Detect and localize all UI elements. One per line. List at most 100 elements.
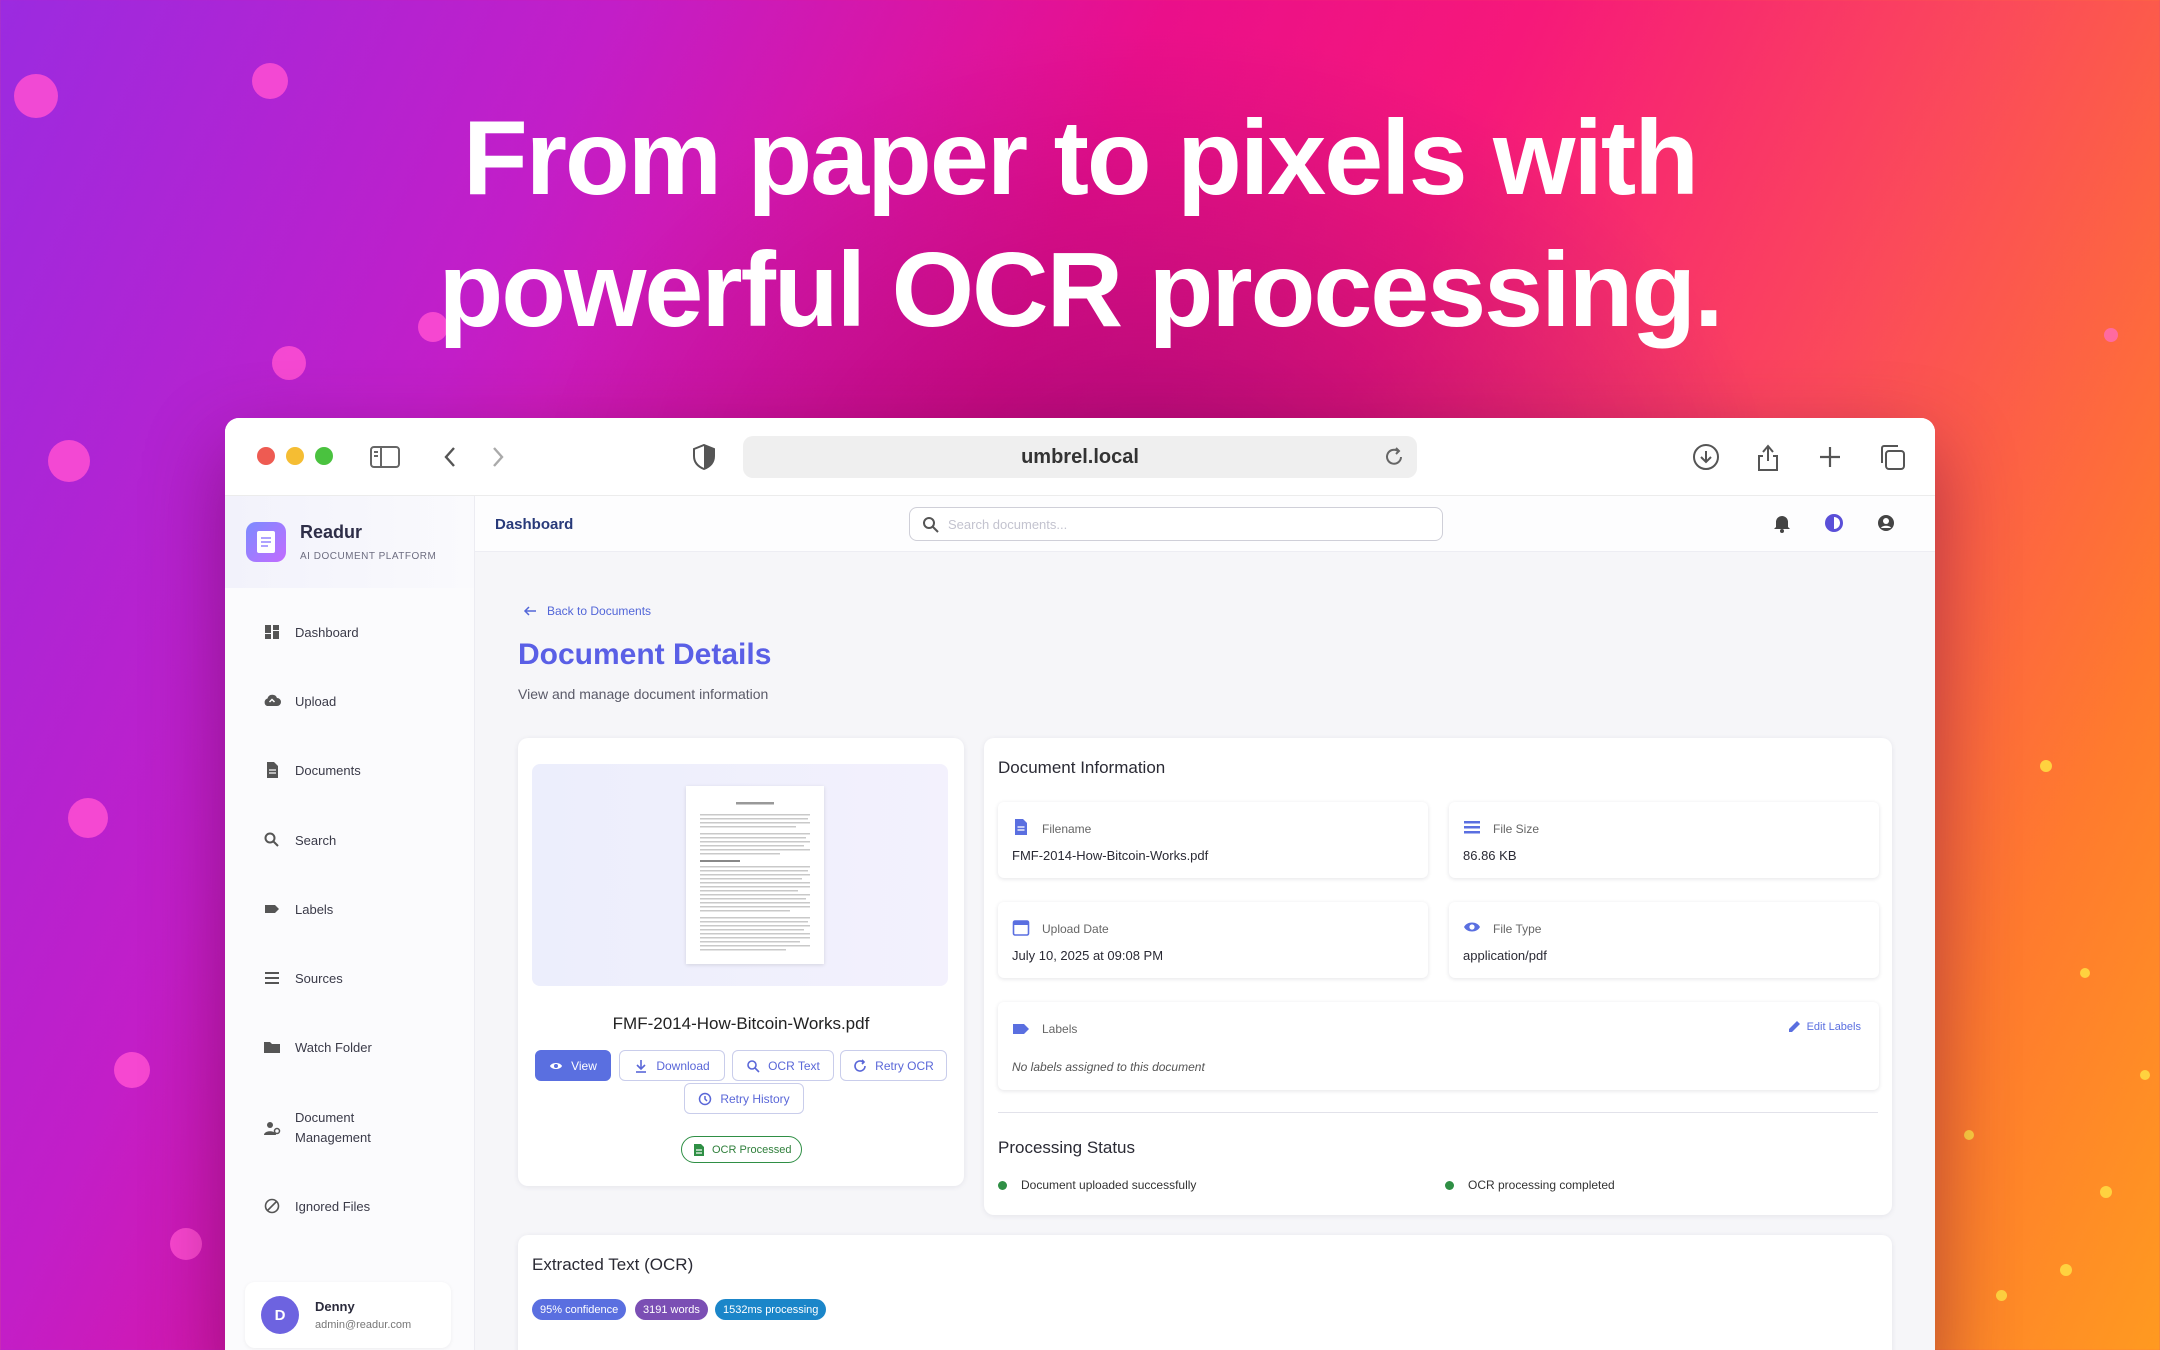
sidebar-item-label: Document Management: [295, 1110, 371, 1145]
user-name: Denny: [315, 1299, 355, 1314]
pencil-icon: [1788, 1021, 1800, 1032]
labels-label: Labels: [1042, 1022, 1078, 1036]
breadcrumb[interactable]: Dashboard: [495, 516, 573, 533]
document-information-title: Document Information: [998, 758, 1166, 777]
sidebar-item-sources[interactable]: Sources: [263, 969, 343, 987]
tabs-icon[interactable]: [1877, 442, 1907, 472]
processing-step-label: Document uploaded successfully: [1021, 1178, 1197, 1192]
document-thumbnail-area[interactable]: [532, 764, 948, 986]
ocr-text-button[interactable]: OCR Text: [732, 1050, 834, 1081]
decor-dot: [2080, 968, 2090, 978]
sidebar-item-search[interactable]: Search: [263, 831, 336, 849]
sidebar-item-label: Watch Folder: [295, 1039, 372, 1055]
ocr-status-chip: OCR Processed: [681, 1136, 803, 1163]
hero-headline: From paper to pixels with powerful OCR p…: [0, 92, 2160, 356]
sidebar-item-upload[interactable]: Upload: [263, 692, 336, 710]
sidebar: Readur AI DOCUMENT PLATFORM Dashboard Up…: [225, 496, 475, 1350]
sidebar-item-ignored-files[interactable]: Ignored Files: [263, 1197, 370, 1215]
status-dot: [998, 1180, 1007, 1190]
plus-icon[interactable]: [1815, 442, 1845, 472]
user-card[interactable]: D Denny admin@readur.com: [245, 1282, 451, 1348]
sidebar-item-documents[interactable]: Documents: [263, 761, 361, 779]
close-window-button[interactable]: [257, 447, 275, 465]
file-type-value: application/pdf: [1463, 948, 1547, 963]
block-icon: [264, 1198, 280, 1214]
retry-ocr-button[interactable]: Retry OCR: [840, 1050, 947, 1081]
search-bar[interactable]: [909, 507, 1443, 541]
edit-labels-button[interactable]: Edit Labels: [1788, 1020, 1861, 1033]
history-icon: [699, 1092, 712, 1105]
section-divider: [998, 1112, 1878, 1113]
document-filename: FMF-2014-How-Bitcoin-Works.pdf: [612, 1014, 870, 1033]
download-button[interactable]: Download: [619, 1050, 725, 1081]
confidence-badge: 95% confidence: [532, 1299, 627, 1320]
download-icon[interactable]: [1691, 442, 1721, 472]
refresh-icon: [854, 1058, 866, 1072]
processing-time-badge: 1532ms processing: [715, 1299, 827, 1320]
download-icon: [636, 1059, 647, 1073]
document-information-card: Document Information Filename FMF-2014-H…: [984, 738, 1892, 1215]
upload-date-value: July 10, 2025 at 09:08 PM: [1012, 948, 1164, 963]
eye-icon: [1464, 922, 1480, 932]
reload-icon[interactable]: [1381, 444, 1407, 470]
folder-icon: [264, 1042, 280, 1053]
processing-status-title: Processing Status: [998, 1138, 1136, 1157]
eye-icon: [550, 1062, 563, 1069]
url-bar[interactable]: umbrel.local: [743, 436, 1417, 478]
hero-line-2: powerful OCR processing.: [438, 231, 1723, 349]
browser-toolbar: umbrel.local: [225, 418, 1935, 496]
bell-icon[interactable]: [1771, 512, 1793, 534]
page-title: Document Details: [518, 638, 772, 671]
filename-field: Filename FMF-2014-How-Bitcoin-Works.pdf: [998, 802, 1428, 878]
no-labels-message: No labels assigned to this document: [1012, 1060, 1205, 1074]
avatar: D: [261, 1296, 299, 1334]
sidebar-icon[interactable]: [370, 442, 400, 472]
view-button[interactable]: View: [535, 1050, 611, 1081]
search-icon: [264, 832, 279, 847]
retry-history-button[interactable]: Retry History: [684, 1083, 804, 1114]
sidebar-item-document-management[interactable]: Document Management: [263, 1108, 395, 1148]
processing-step-label: OCR processing completed: [1468, 1178, 1615, 1192]
status-dot: [1445, 1180, 1454, 1190]
word-count-badge: 3191 words: [635, 1299, 708, 1320]
sidebar-item-label: Upload: [295, 693, 337, 709]
document-page-thumbnail: [686, 786, 824, 964]
filename-label: Filename: [1042, 822, 1092, 836]
file-type-label: File Type: [1493, 922, 1542, 936]
forward-arrow-icon[interactable]: [483, 442, 513, 472]
maximize-window-button[interactable]: [315, 447, 333, 465]
storage-icon: [1464, 821, 1480, 834]
cloud-upload-icon: [264, 694, 281, 706]
sidebar-item-labels[interactable]: Labels: [263, 900, 333, 918]
processing-step: Document uploaded successfully: [998, 1178, 1196, 1192]
retry-history-button-label: Retry History: [720, 1091, 790, 1106]
browser-window: umbrel.local Readur AI DOCUMENT PLATFORM…: [225, 418, 1935, 1350]
document-icon: [267, 762, 278, 778]
readur-app: Readur AI DOCUMENT PLATFORM Dashboard Up…: [225, 496, 1935, 1350]
share-icon[interactable]: [1753, 442, 1783, 472]
back-arrow-icon[interactable]: [435, 442, 465, 472]
decor-dot: [2040, 760, 2052, 772]
search-input[interactable]: [948, 516, 1428, 532]
shield-icon[interactable]: [689, 442, 719, 472]
account-icon[interactable]: [1875, 512, 1897, 534]
sidebar-item-dashboard[interactable]: Dashboard: [263, 623, 359, 641]
minimize-window-button[interactable]: [286, 447, 304, 465]
decor-dot: [68, 798, 108, 838]
decor-dot: [170, 1228, 202, 1260]
brand-tagline: AI DOCUMENT PLATFORM: [300, 551, 437, 562]
upload-date-field: Upload Date July 10, 2025 at 09:08 PM: [998, 902, 1428, 978]
label-icon: [265, 905, 279, 913]
file-type-field: File Type application/pdf: [1449, 902, 1879, 978]
back-to-documents-link[interactable]: Back to Documents: [523, 604, 651, 618]
dashboard-icon: [265, 625, 279, 639]
hero-line-1: From paper to pixels with: [463, 99, 1699, 217]
theme-toggle-icon[interactable]: [1823, 512, 1845, 534]
url-text: umbrel.local: [1021, 445, 1139, 468]
download-button-label: Download: [656, 1058, 710, 1073]
sidebar-item-label: Ignored Files: [295, 1198, 371, 1214]
ocr-text-button-label: OCR Text: [768, 1058, 820, 1073]
sidebar-item-label: Sources: [295, 970, 343, 986]
page-subtitle: View and manage document information: [518, 686, 769, 702]
sidebar-item-watch-folder[interactable]: Watch Folder: [263, 1038, 372, 1056]
